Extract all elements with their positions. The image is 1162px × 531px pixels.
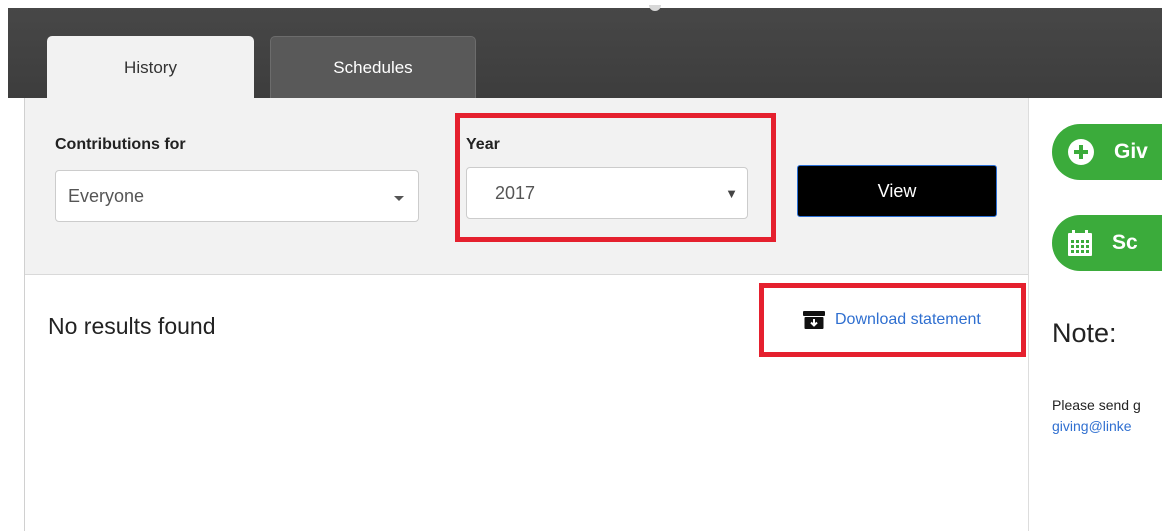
calendar-icon [1068, 230, 1092, 256]
caret-down-icon [394, 196, 404, 201]
highlight-year-box [455, 113, 776, 242]
no-results-message: No results found [48, 313, 216, 339]
download-statement-link[interactable]: Download statement [803, 311, 981, 329]
tab-history-label: History [124, 57, 177, 77]
tab-schedules-label: Schedules [333, 57, 413, 77]
schedule-button-label: Sc [1112, 231, 1138, 254]
tab-history[interactable]: History [47, 36, 254, 99]
contributions-label: Contributions for [55, 136, 186, 153]
plus-circle-icon [1068, 139, 1094, 165]
note-text: Please send g [1052, 397, 1141, 413]
give-button[interactable]: Giv [1052, 124, 1162, 180]
left-rail [0, 8, 8, 531]
schedule-button[interactable]: Sc [1052, 215, 1162, 271]
tab-schedules[interactable]: Schedules [270, 36, 476, 98]
view-button-label: View [877, 180, 917, 201]
view-button[interactable]: View [797, 165, 997, 217]
contributions-select[interactable]: Everyone [55, 170, 419, 222]
note-email-link[interactable]: giving@linke [1052, 418, 1132, 434]
archive-download-icon [803, 311, 825, 329]
top-strip [0, 0, 1162, 8]
contributions-select-value: Everyone [68, 185, 145, 206]
give-button-label: Giv [1114, 140, 1148, 163]
note-title: Note: [1052, 318, 1117, 348]
sidebar-divider [1028, 98, 1029, 531]
download-statement-label: Download statement [835, 311, 981, 328]
